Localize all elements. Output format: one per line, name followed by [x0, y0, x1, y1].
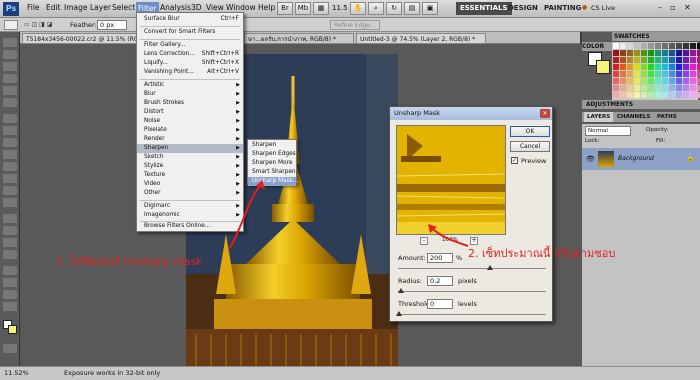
annotation-arrows	[229, 180, 469, 249]
annotation-step-1: 1. ใส่ฟิลเตอร์ Unsharp mask	[56, 255, 203, 268]
arrow-to-unsharp-mask	[229, 182, 263, 249]
arrow-to-amount	[431, 227, 469, 247]
annotation-step-2: 2. เซ็ทประมาณนี้ หรือตามชอบ	[468, 247, 616, 260]
